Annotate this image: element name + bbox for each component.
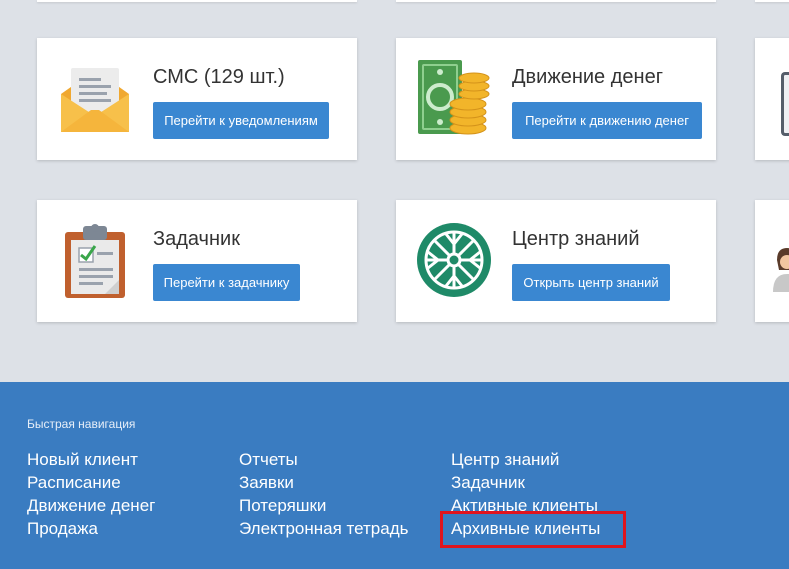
- device-icon: [781, 72, 789, 136]
- card-tasks: Задачник Перейти к задачнику: [37, 200, 357, 322]
- card-title: Задачник: [153, 228, 240, 250]
- nav-link-schedule[interactable]: Расписание: [27, 471, 155, 494]
- open-knowledge-center-button[interactable]: Открыть центр знаний: [512, 264, 670, 301]
- card-knowledge-center: Центр знаний Открыть центр знаний: [396, 200, 716, 322]
- nav-link-sale[interactable]: Продажа: [27, 517, 155, 540]
- card-partial-right-1: [755, 38, 789, 160]
- nav-link-requests[interactable]: Заявки: [239, 471, 408, 494]
- nav-link-lost-clients[interactable]: Потеряшки: [239, 494, 408, 517]
- nav-link-electronic-notebook[interactable]: Электронная тетрадь: [239, 517, 408, 540]
- card-title: Движение денег: [512, 66, 663, 88]
- go-to-tasks-button[interactable]: Перейти к задачнику: [153, 264, 300, 301]
- highlight-box: [440, 511, 626, 548]
- go-to-money-button[interactable]: Перейти к движению денег: [512, 102, 702, 139]
- card-partial-top-left: [37, 0, 357, 2]
- envelope-icon: [61, 68, 129, 132]
- card-money: Движение денег Перейти к движению денег: [396, 38, 716, 160]
- nav-column-1: Новый клиент Расписание Движение денег П…: [27, 448, 155, 540]
- nav-link-money-movement[interactable]: Движение денег: [27, 494, 155, 517]
- nav-link-new-client[interactable]: Новый клиент: [27, 448, 155, 471]
- knowledge-emblem-icon: [417, 223, 491, 297]
- nav-link-knowledge-center[interactable]: Центр знаний: [451, 448, 600, 471]
- card-partial-right-2: [755, 200, 789, 322]
- footer-quick-navigation: Быстрая навигация Новый клиент Расписани…: [0, 382, 789, 569]
- nav-link-task-manager[interactable]: Задачник: [451, 471, 600, 494]
- money-coins-icon: [418, 60, 490, 135]
- clipboard-checklist-icon: [65, 224, 125, 298]
- card-sms: СМС (129 шт.) Перейти к уведомлениям: [37, 38, 357, 160]
- card-title: Центр знаний: [512, 228, 640, 250]
- card-title: СМС (129 шт.): [153, 66, 285, 88]
- person-icon: [773, 248, 789, 292]
- nav-link-reports[interactable]: Отчеты: [239, 448, 408, 471]
- go-to-notifications-button[interactable]: Перейти к уведомлениям: [153, 102, 329, 139]
- card-partial-top-right: [755, 0, 789, 2]
- card-partial-top-middle: [396, 0, 716, 2]
- quick-navigation-heading: Быстрая навигация: [27, 417, 136, 431]
- nav-column-2: Отчеты Заявки Потеряшки Электронная тетр…: [239, 448, 408, 540]
